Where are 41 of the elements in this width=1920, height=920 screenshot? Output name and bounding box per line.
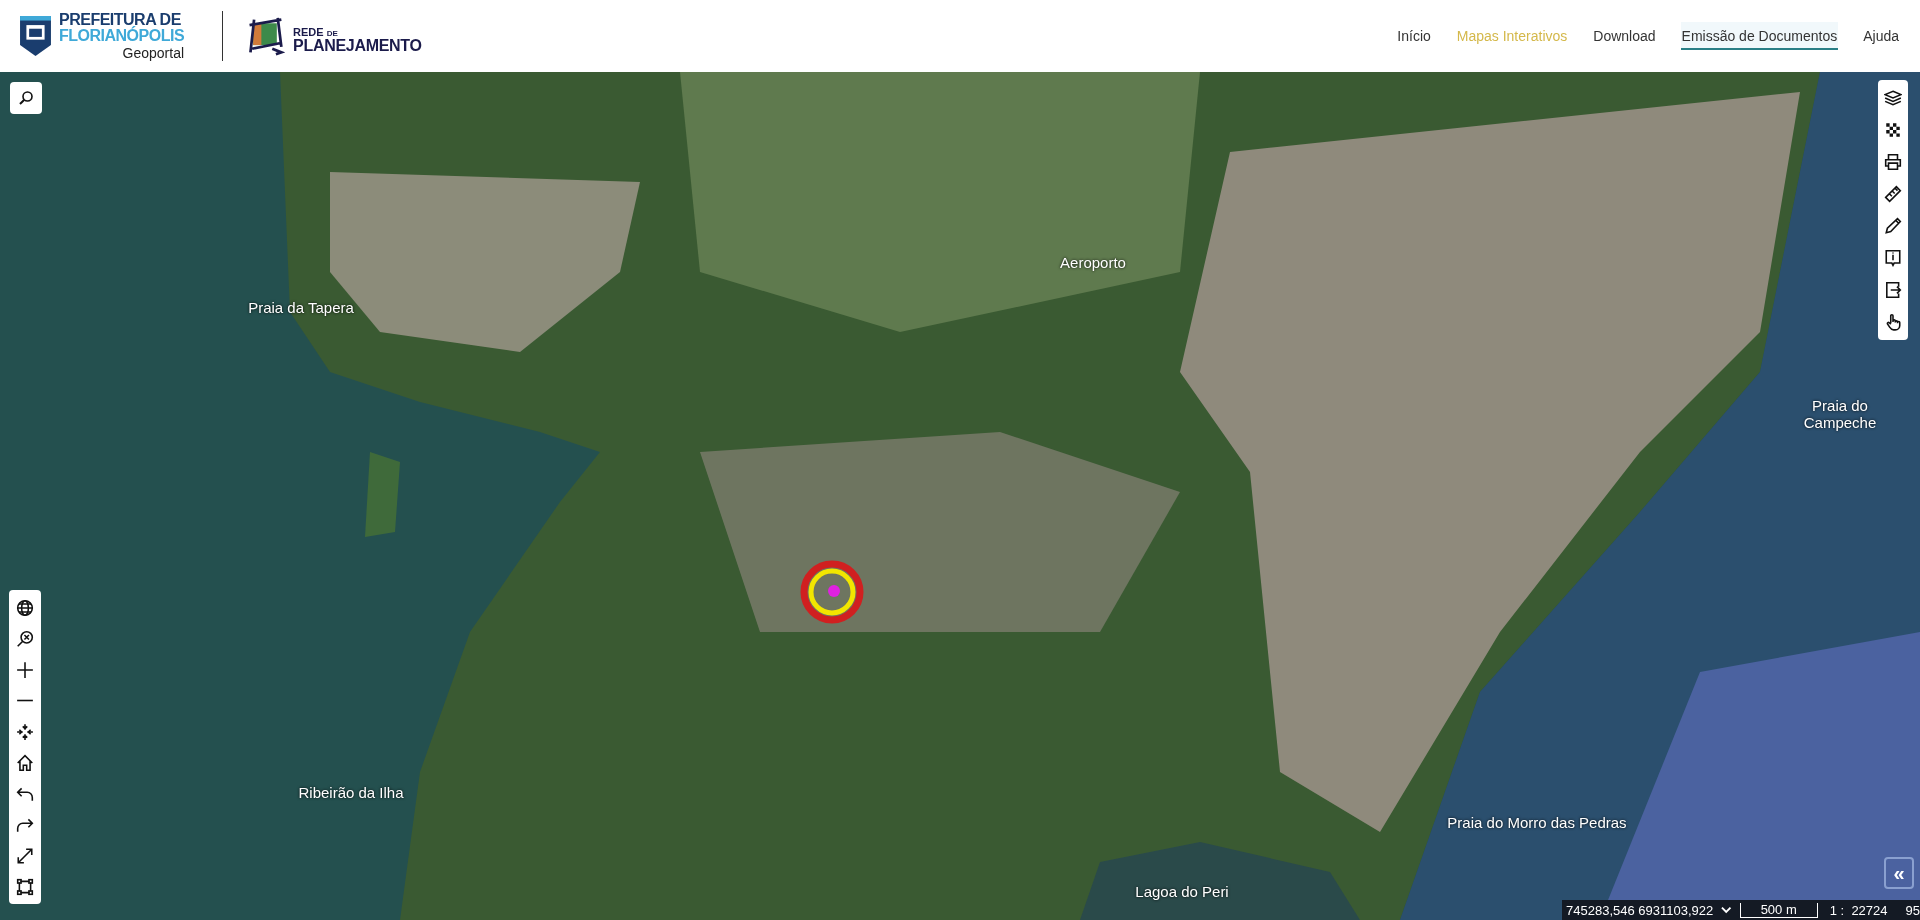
info-icon	[1884, 249, 1902, 267]
place-label: Praia da Tapera	[248, 298, 354, 316]
search-button[interactable]	[10, 82, 42, 114]
coordinates-text: 745283,546 6931103,922	[1566, 902, 1714, 918]
city-crest-icon	[20, 16, 51, 56]
scale-ratio-text: 1 : 22724	[1829, 902, 1888, 918]
place-label: Aeroporto	[1060, 253, 1126, 271]
zoom-extent-icon	[16, 629, 34, 648]
home-icon	[16, 753, 34, 772]
search-icon	[18, 90, 34, 106]
status-text: 95	[1905, 902, 1920, 918]
hand-pointer-icon	[1884, 313, 1902, 331]
globe-icon	[16, 598, 34, 617]
nav-link[interactable]: Ajuda	[1862, 22, 1900, 50]
place-label: Praia do Morro das Pedras	[1447, 813, 1627, 831]
ruler-icon	[1884, 185, 1902, 203]
export-icon	[1884, 281, 1902, 299]
logo-text: REDE DE	[293, 26, 338, 38]
nav-link[interactable]: Download	[1592, 22, 1657, 50]
target-marker	[800, 560, 864, 624]
layers-icon	[1884, 89, 1902, 107]
nav-link[interactable]: Início	[1396, 22, 1432, 50]
checkerboard-icon	[1884, 121, 1902, 139]
logo-text: PLANEJAMENTO	[293, 37, 422, 54]
geoportal-label: Geoportal	[122, 46, 185, 60]
print-icon	[1884, 153, 1902, 171]
minus-icon	[16, 699, 34, 702]
place-label: Ribeirão da Ilha	[298, 783, 404, 801]
logo-text: PREFEITURA DE	[59, 12, 181, 28]
select-area-icon	[16, 877, 34, 896]
collapse-button[interactable]: «	[1884, 857, 1914, 889]
nav-link[interactable]: Emissão de Documentos	[1680, 22, 1839, 50]
pencil-icon	[1884, 217, 1902, 235]
logo-text: FLORIANÓPOLIS	[59, 28, 185, 44]
plus-icon	[16, 660, 34, 679]
chevron-down-icon	[1721, 906, 1732, 914]
arrows-inward-icon	[16, 722, 34, 741]
place-label: Lagoa do Peri	[1135, 882, 1229, 900]
expand-icon	[16, 846, 34, 865]
place-label: Praia do Campeche	[1802, 397, 1878, 431]
scale-bar: 500 m	[1739, 902, 1818, 918]
